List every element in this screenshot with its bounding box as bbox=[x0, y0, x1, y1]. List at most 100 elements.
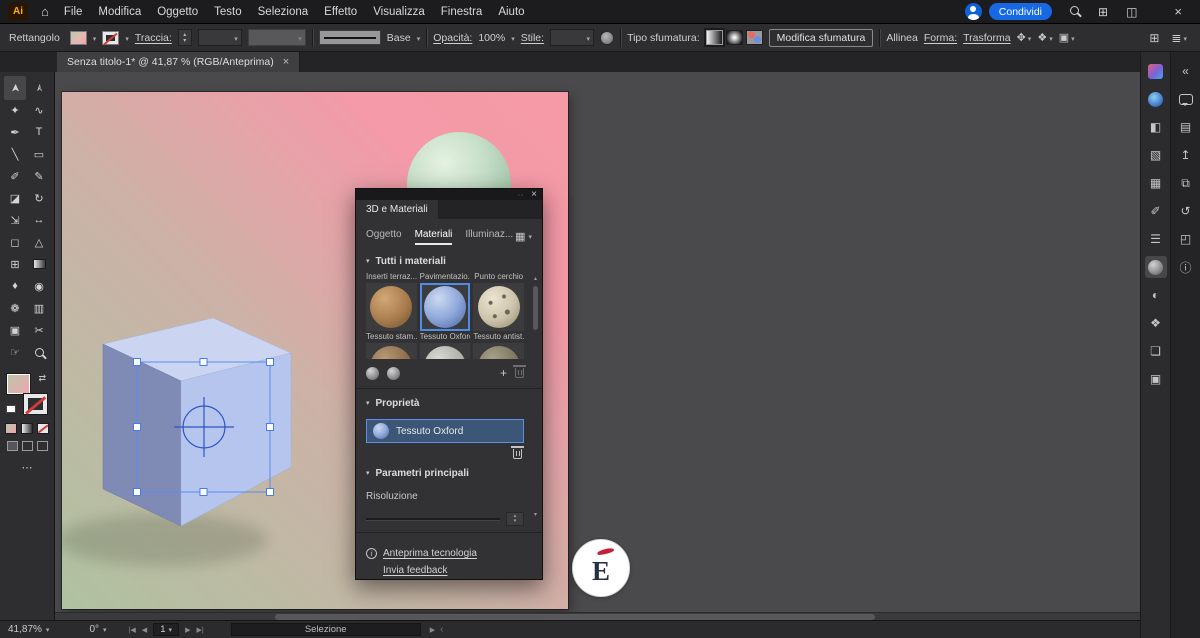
gradient-tool[interactable] bbox=[27, 253, 51, 275]
render-settings-chevron-icon[interactable] bbox=[528, 231, 532, 241]
arrange-documents-icon[interactable] bbox=[1119, 5, 1144, 19]
materials-viewport[interactable]: Inserti terraz...Pavimentazio...Punto ce… bbox=[366, 271, 524, 359]
color-guide-icon[interactable]: ▧ bbox=[1145, 144, 1167, 166]
blend-tool[interactable]: ◉ bbox=[27, 275, 51, 297]
menu-oggetto[interactable]: Oggetto bbox=[149, 0, 206, 24]
material-library-icon[interactable] bbox=[387, 367, 400, 380]
material-thumb-partial[interactable] bbox=[366, 343, 417, 359]
menu-testo[interactable]: Testo bbox=[206, 0, 250, 24]
transform-options-group[interactable]: ▣ bbox=[1059, 31, 1075, 44]
menu-aiuto[interactable]: Aiuto bbox=[490, 0, 532, 24]
stroke-color-swatch[interactable] bbox=[102, 31, 119, 45]
panel-tab-oggetto[interactable]: Oggetto bbox=[366, 229, 402, 243]
zoom-tool[interactable] bbox=[27, 341, 51, 363]
eraser-tool[interactable]: ◪ bbox=[3, 187, 27, 209]
column-graph-tool[interactable]: ▥ bbox=[27, 297, 51, 319]
draw-normal-button[interactable] bbox=[7, 441, 18, 451]
color-mode-solid-button[interactable] bbox=[5, 423, 17, 434]
style-panel-link[interactable]: Stile: bbox=[521, 32, 544, 44]
stroke-panel-icon[interactable]: ☰ bbox=[1145, 228, 1167, 250]
pen-tool[interactable]: ✒ bbox=[3, 121, 27, 143]
status-menu-icon[interactable] bbox=[430, 626, 435, 634]
panel-options-group[interactable] bbox=[1171, 31, 1187, 45]
resolution-stepper[interactable] bbox=[506, 512, 524, 526]
parameters-section-header[interactable]: Parametri principali bbox=[366, 463, 532, 483]
stroke-swatch-chevron-icon[interactable] bbox=[125, 32, 129, 44]
zoom-level-control[interactable]: 41,87% bbox=[8, 624, 49, 635]
transform-panel-link[interactable]: Trasforma bbox=[963, 32, 1010, 44]
brushes-icon[interactable]: ✐ bbox=[1145, 200, 1167, 222]
panel-drag-dots-icon[interactable] bbox=[518, 190, 524, 199]
delete-material-icon[interactable] bbox=[515, 368, 524, 378]
home-icon[interactable] bbox=[34, 4, 56, 19]
swatches-icon[interactable]: ▦ bbox=[1145, 172, 1167, 194]
stroke-panel-link[interactable]: Traccia: bbox=[135, 32, 172, 44]
account-avatar[interactable] bbox=[965, 3, 982, 20]
pencil-tool[interactable]: ✎ bbox=[27, 165, 51, 187]
panel-scrollbar[interactable] bbox=[531, 271, 540, 519]
previous-artboard-icon[interactable] bbox=[142, 626, 147, 634]
eyedropper-tool[interactable]: ♦ bbox=[3, 275, 27, 297]
window-close-icon[interactable] bbox=[1148, 4, 1192, 19]
swap-fill-stroke-icon[interactable] bbox=[38, 373, 46, 384]
menu-visualizza[interactable]: Visualizza bbox=[365, 0, 433, 24]
scroll-down-icon[interactable] bbox=[534, 507, 537, 519]
rotation-control[interactable]: 0° bbox=[89, 624, 106, 635]
history-panel-icon[interactable]: ↺ bbox=[1175, 200, 1197, 222]
document-tab[interactable]: Senza titolo-1* @ 41,87 % (RGB/Anteprima… bbox=[57, 52, 300, 72]
color-icon[interactable]: ◧ bbox=[1145, 116, 1167, 138]
info-panel-icon[interactable]: ⓘ bbox=[1175, 256, 1197, 278]
zoom-chevron-icon[interactable] bbox=[46, 624, 50, 635]
default-fill-stroke-icon[interactable] bbox=[6, 405, 16, 413]
first-artboard-icon[interactable] bbox=[129, 626, 136, 634]
comments-icon[interactable] bbox=[1175, 88, 1197, 110]
selection-tool[interactable]: ➤ bbox=[4, 76, 26, 100]
document-close-icon[interactable] bbox=[283, 56, 289, 68]
material-thumb-partial[interactable] bbox=[473, 343, 524, 359]
brush-chevron-icon[interactable] bbox=[417, 32, 421, 44]
document-setup-icon[interactable] bbox=[1149, 31, 1159, 45]
resolution-slider[interactable] bbox=[366, 518, 500, 520]
material-thumb-tessuto-antist[interactable] bbox=[473, 283, 524, 331]
rotate-tool[interactable]: ↻ bbox=[27, 187, 51, 209]
horizontal-scrollbar[interactable] bbox=[55, 612, 1140, 620]
width-profile-dropdown[interactable] bbox=[248, 29, 306, 46]
edit-toolbar-icon[interactable] bbox=[22, 461, 33, 474]
fill-swatch-chevron-icon[interactable] bbox=[93, 32, 97, 44]
appearance-icon[interactable]: ◐ bbox=[1145, 284, 1167, 306]
mesh-tool[interactable]: ⊞ bbox=[3, 253, 27, 275]
all-materials-section-header[interactable]: Tutti i materiali bbox=[366, 251, 532, 271]
adobe-substance-materials-icon[interactable] bbox=[366, 367, 379, 380]
recolor-artwork-icon[interactable] bbox=[600, 31, 614, 45]
rotation-chevron-icon[interactable] bbox=[103, 624, 107, 635]
slice-tool[interactable]: ✂ bbox=[27, 319, 51, 341]
color-mode-none-button[interactable] bbox=[37, 423, 49, 434]
color-mode-gradient-button[interactable] bbox=[21, 423, 33, 434]
opacity-chevron-icon[interactable] bbox=[511, 32, 515, 44]
panel-tab-3d-e-materiali[interactable]: 3D e Materiali bbox=[356, 200, 438, 219]
selected-material-row[interactable]: Tessuto Oxford bbox=[366, 419, 524, 443]
material-thumb-tessuto-stam[interactable] bbox=[366, 283, 417, 331]
scrollbar-thumb[interactable] bbox=[533, 286, 538, 330]
brush-definition-value[interactable]: Base bbox=[387, 32, 411, 44]
artboard-tool[interactable]: ▣ bbox=[3, 319, 27, 341]
share-button[interactable]: Condividi bbox=[989, 3, 1052, 20]
cube-front-face[interactable] bbox=[181, 353, 291, 526]
panel-titlebar[interactable] bbox=[356, 189, 542, 200]
perspective-grid-tool[interactable]: △ bbox=[27, 231, 51, 253]
symbol-sprayer-tool[interactable]: ❁ bbox=[3, 297, 27, 319]
menu-effetto[interactable]: Effetto bbox=[316, 0, 365, 24]
free-transform-tool[interactable]: ◻ bbox=[3, 231, 27, 253]
3d-materials-panel-icon[interactable] bbox=[1145, 256, 1167, 278]
gradient-linear-button[interactable] bbox=[706, 30, 723, 45]
illustrator-logo[interactable]: Ai bbox=[8, 3, 28, 20]
color-themes-icon[interactable] bbox=[1145, 88, 1167, 110]
scale-tool[interactable]: ⇲ bbox=[3, 209, 27, 231]
artboard-number-dropdown[interactable]: 1 bbox=[153, 623, 179, 636]
fill-swatch[interactable] bbox=[6, 373, 31, 395]
layers-icon[interactable]: ❏ bbox=[1145, 340, 1167, 362]
stroke-swatch[interactable] bbox=[23, 393, 48, 415]
shape-options-group[interactable]: ❖ bbox=[1037, 31, 1052, 44]
hand-tool[interactable]: ☞ bbox=[3, 341, 27, 363]
menu-seleziona[interactable]: Seleziona bbox=[250, 0, 317, 24]
